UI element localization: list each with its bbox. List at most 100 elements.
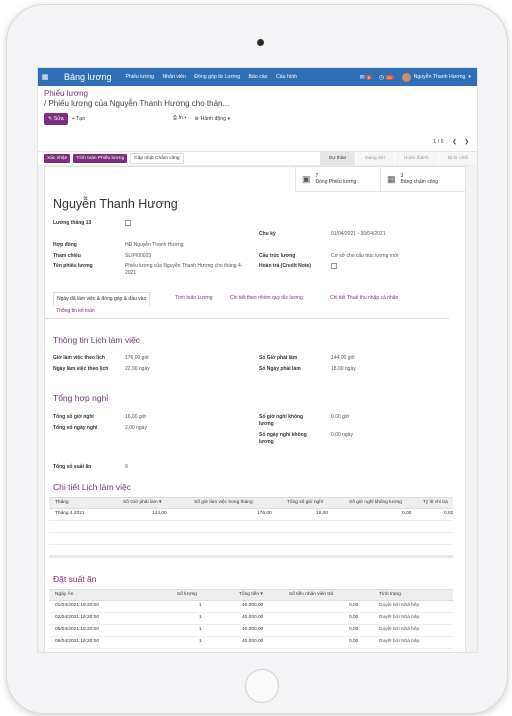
menu-item-payslip[interactable]: Phiếu lương xyxy=(125,74,154,80)
cell-leave-hours: 16,00 xyxy=(316,511,329,516)
req-days-label: Số Ngày phải làm xyxy=(259,366,301,372)
refund-label: Hoàn trả (Credit Note) xyxy=(259,263,311,269)
edit-label: Sửa xyxy=(53,115,64,122)
col-unpaid-hours[interactable]: Số giờ nghỉ không lương xyxy=(349,500,402,505)
tab-income-tax[interactable]: Chi tiết Thuế thu nhập cá nhân xyxy=(327,292,401,304)
menu-item-reports[interactable]: Báo cáo xyxy=(249,74,268,80)
tab-compute-salary[interactable]: Tính toán Lương xyxy=(172,292,215,304)
meals-table: Ngày Ăn Số lượng Tổng tiền ▾ Số tiền nhâ… xyxy=(49,589,453,649)
table-row[interactable]: 02/04/2021 19:20:00 1 40.000,00 0,00 Duy… xyxy=(49,613,453,625)
contract-label: Hợp đồng xyxy=(53,242,77,248)
meals-value: 9 xyxy=(125,464,128,470)
cell-quantity: 1 xyxy=(199,615,202,620)
tab-accounting[interactable]: Thông tin kế toán xyxy=(53,305,98,317)
avatar[interactable] xyxy=(401,72,411,82)
payslip-lines-button[interactable]: ▣ 7 Dòng Phiếu lương xyxy=(295,167,380,191)
print-button[interactable]: ⎙ In ▾ xyxy=(169,112,191,125)
col-meal-date[interactable]: Ngày Ăn xyxy=(55,592,73,597)
cell-meal-date: 01/04/2021 19:20:00 xyxy=(55,603,100,608)
cell-meal-date: 05/04/2021 19:20:00 xyxy=(55,627,100,632)
action-label: Hành động xyxy=(200,115,226,122)
unpaid-hours-value: 0,00 giờ xyxy=(331,414,350,420)
tab-worked-days[interactable]: Ngày đã làm việc & đóng góp & đầu vào xyxy=(53,292,151,306)
apps-menu-icon[interactable]: ▦ xyxy=(38,73,52,81)
compute-payslip-button[interactable]: Tính toán Phiếu lương xyxy=(73,154,128,163)
col-pay-rate[interactable]: Tỷ lệ chi trả xyxy=(423,500,448,505)
update-attendance-button[interactable]: Cập nhật Chấm công xyxy=(130,153,184,164)
messages-badge: 6 xyxy=(365,74,372,80)
meal-orders-title: Đặt suất ăn xyxy=(53,574,97,584)
hours-label: Giờ làm việc theo lịch xyxy=(53,355,105,361)
timesheet-button[interactable]: ▦ 3 Bảng chấm công xyxy=(380,167,465,191)
cell-unpaid-hours: 0,00 xyxy=(402,511,412,516)
schedule-detail-title: Chi tiết Lịch làm việc xyxy=(53,482,131,492)
salary13-label: Lương tháng 13 xyxy=(53,220,92,226)
unpaid-days-label: Số ngày nghỉ không lương xyxy=(259,432,307,445)
table-row[interactable]: 06/04/2021 19:20:00 1 40.000,00 0,00 Duy… xyxy=(49,637,453,649)
refund-checkbox[interactable] xyxy=(331,263,337,269)
home-button[interactable] xyxy=(245,669,279,703)
breadcrumb-parent[interactable]: Phiếu lương xyxy=(44,89,471,98)
salary13-checkbox[interactable] xyxy=(125,220,131,226)
horizontal-scrollbar[interactable] xyxy=(49,555,453,558)
action-button[interactable]: ⚙ Hành động ▾ xyxy=(191,113,235,125)
stage-draft[interactable]: Dự thảo xyxy=(318,152,356,165)
table-row[interactable]: 01/04/2021 19:20:00 1 40.000,00 0,00 Duy… xyxy=(49,601,453,613)
stage-waiting[interactable]: Đang đợi xyxy=(355,152,394,165)
form-background: ▣ 7 Dòng Phiếu lương ▦ 3 Bảng chấm công … xyxy=(38,166,477,652)
payslip-name-value[interactable]: Phiếu lương của Nguyễn Thanh Hương cho t… xyxy=(125,263,245,277)
menu-item-employees[interactable]: Nhân viên xyxy=(162,74,185,80)
tab-rule-groups[interactable]: Chi tiết theo nhóm quy tắc lương xyxy=(227,292,306,304)
leave-hours-value: 16,00 giờ xyxy=(125,414,147,420)
leave-summary-title: Tổng hợp nghỉ xyxy=(53,393,109,403)
cell-month-hours: 176,00 xyxy=(257,511,272,516)
schedule-table: Tháng Số Giờ phải làm ▾ Số giờ làm việc … xyxy=(49,497,453,557)
cell-status: Duyệt bởi Nhà bếp xyxy=(379,627,420,632)
app-screen: ▦ Bảng lương Phiếu lương Nhân viên Đóng … xyxy=(37,67,478,653)
create-button[interactable]: + Tạo xyxy=(68,113,89,125)
table-row[interactable]: Tháng 4 2021 144,00 176,00 16,00 0,00 0,… xyxy=(49,509,453,521)
activities-badge: 20 xyxy=(385,74,394,80)
messages-icon[interactable]: ✉ 6 xyxy=(360,74,372,81)
stage-done[interactable]: Hoàn thành xyxy=(393,152,438,165)
menu-item-contributions[interactable]: Đóng góp từ Lương xyxy=(194,74,240,80)
req-hours-label: Số Giờ phải làm xyxy=(259,355,298,361)
col-total[interactable]: Tổng tiền ▾ xyxy=(239,592,263,597)
cell-quantity: 1 xyxy=(199,639,202,644)
period-value[interactable]: 01/04/2021 - 30/04/2021 xyxy=(331,231,386,237)
chevron-right-icon[interactable]: ❯ xyxy=(464,139,469,145)
chevron-left-icon[interactable]: ❮ xyxy=(452,139,457,145)
structure-value[interactable]: Cơ sở cho cấu trúc lương mới xyxy=(331,253,398,259)
app-title[interactable]: Bảng lương xyxy=(64,72,111,82)
cell-total: 40.000,00 xyxy=(242,639,264,644)
pager-value[interactable]: 1 / 6 xyxy=(433,139,444,145)
main-menu: Phiếu lương Nhân viên Đóng góp từ Lương … xyxy=(125,74,304,80)
cell-total: 40.000,00 xyxy=(242,627,264,632)
user-name[interactable]: Nguyễn Thanh Hương xyxy=(414,74,466,80)
activities-icon[interactable]: ◷ 20 xyxy=(379,74,394,81)
col-required-hours[interactable]: Số Giờ phải làm ▾ xyxy=(123,500,161,505)
chevron-down-icon[interactable]: ▾ xyxy=(468,74,471,80)
calendar-icon: ▦ xyxy=(387,173,396,184)
table-row[interactable]: 05/04/2021 19:20:00 1 40.000,00 0,00 Duy… xyxy=(49,625,453,637)
ref-value[interactable]: SLIP/00023 xyxy=(125,253,151,259)
col-month[interactable]: Tháng xyxy=(55,500,69,505)
payslip-name-label: Tên phiếu lương xyxy=(53,263,93,269)
timesheet-label: Bảng chấm công xyxy=(400,179,439,185)
form-sheet: ▣ 7 Dòng Phiếu lương ▦ 3 Bảng chấm công … xyxy=(44,166,466,652)
col-quantity[interactable]: Số lượng xyxy=(177,592,197,597)
structure-label: Cấu trúc lương xyxy=(259,253,296,259)
tab-divider xyxy=(45,318,449,319)
work-schedule-title: Thông tin Lịch làm việc xyxy=(53,335,140,345)
col-month-hours[interactable]: Số giờ làm việc trong tháng xyxy=(194,500,253,505)
menu-item-config[interactable]: Cấu hình xyxy=(276,74,297,80)
contract-value[interactable]: HĐ Nguyễn Thanh Hương xyxy=(125,242,184,248)
confirm-button[interactable]: Xác nhận xyxy=(44,154,71,163)
stage-bar: Dự thảo Đang đợi Hoàn thành Bị từ chối xyxy=(318,152,477,165)
col-employee-paid[interactable]: Số tiền nhân viên trả xyxy=(289,592,333,597)
print-label: In xyxy=(178,115,183,121)
col-leave-hours[interactable]: Tổng số giờ nghỉ xyxy=(287,500,323,505)
col-status[interactable]: Tình trạng xyxy=(379,592,401,597)
stage-rejected[interactable]: Bị từ chối xyxy=(437,152,477,165)
edit-button[interactable]: ✎ Sửa xyxy=(44,112,68,125)
